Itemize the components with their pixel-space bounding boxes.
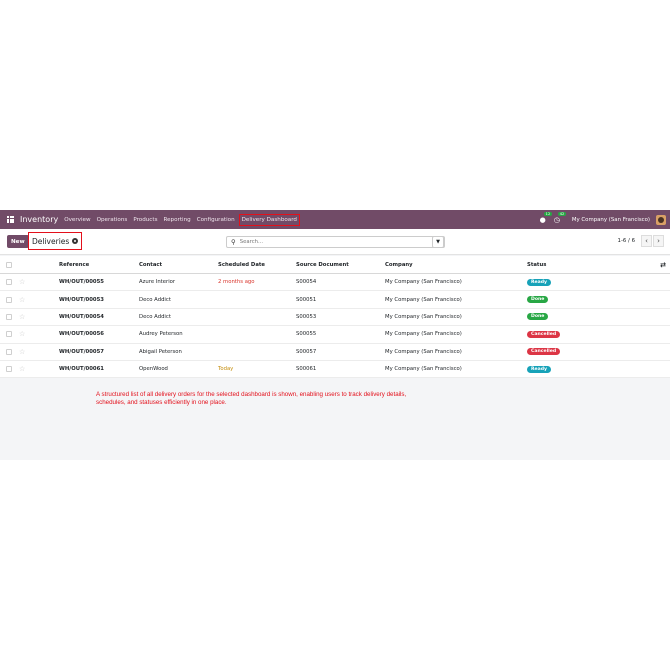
cell-scheduled-date: Today bbox=[218, 366, 234, 373]
table-header: Reference Contact Scheduled Date Source … bbox=[0, 256, 670, 274]
header-source-document[interactable]: Source Document bbox=[296, 256, 349, 273]
table-row[interactable]: ☆ WH/OUT/00061 OpenWood Today S00061 My Compa… bbox=[0, 361, 670, 379]
table-row[interactable]: ☆ WH/OUT/00054 Deco Addict S00053 My Company… bbox=[0, 309, 670, 327]
menu-delivery-dashboard[interactable]: Delivery Dashboard bbox=[238, 213, 300, 226]
menu-operations[interactable]: Operations bbox=[97, 217, 128, 223]
star-icon[interactable]: ☆ bbox=[19, 330, 25, 338]
chevron-left-icon: ‹ bbox=[645, 237, 648, 245]
cell-contact: OpenWood bbox=[139, 366, 168, 373]
cell-contact: Azure Interior bbox=[139, 279, 176, 286]
cell-source-document: S00057 bbox=[296, 348, 317, 355]
table-row[interactable]: ☆ WH/OUT/00055 Azure Interior 2 months ago S… bbox=[0, 274, 670, 292]
status-badge: Cancelled bbox=[527, 348, 561, 356]
apps-grid-icon[interactable] bbox=[7, 216, 14, 223]
cell-source-document: S00055 bbox=[296, 331, 317, 338]
table-body: ☆ WH/OUT/00055 Azure Interior 2 months ago S… bbox=[0, 274, 670, 379]
row-checkbox[interactable] bbox=[6, 313, 12, 320]
cell-source-document: S00054 bbox=[296, 279, 317, 286]
cell-contact: Audrey Peterson bbox=[139, 331, 183, 338]
cell-company: My Company (San Francisco) bbox=[385, 348, 462, 355]
cell-contact: Abigail Peterson bbox=[139, 348, 182, 355]
status-badge: Ready bbox=[527, 278, 552, 286]
caption-annotation: A structured list of all delivery orders… bbox=[96, 391, 407, 406]
row-checkbox[interactable] bbox=[6, 279, 12, 286]
cell-reference: WH/OUT/00055 bbox=[59, 279, 104, 286]
status-badge: Cancelled bbox=[527, 330, 561, 338]
cell-reference: WH/OUT/00061 bbox=[59, 366, 104, 373]
cell-reference: WH/OUT/00054 bbox=[59, 313, 104, 320]
table-row[interactable]: ☆ WH/OUT/00053 Deco Addict S00051 My Company… bbox=[0, 291, 670, 309]
cell-reference: WH/OUT/00053 bbox=[59, 296, 104, 303]
pager: 1-6 / 6 ‹ › bbox=[618, 235, 664, 247]
search-bar: ⚲ ▼ bbox=[226, 236, 445, 248]
messages-count: 12 bbox=[544, 211, 552, 216]
new-button[interactable]: New bbox=[7, 235, 29, 248]
header-company[interactable]: Company bbox=[385, 256, 413, 273]
cell-contact: Deco Addict bbox=[139, 313, 171, 320]
menu-reporting[interactable]: Reporting bbox=[163, 217, 190, 223]
row-checkbox[interactable] bbox=[6, 296, 12, 303]
menu-products[interactable]: Products bbox=[133, 217, 157, 223]
search-icon[interactable]: ⚲ bbox=[231, 238, 236, 246]
status-badge: Done bbox=[527, 296, 549, 304]
cell-source-document: S00061 bbox=[296, 366, 317, 373]
search-input[interactable] bbox=[239, 239, 420, 245]
cell-scheduled-date: 2 months ago bbox=[218, 279, 255, 286]
pager-value[interactable]: 1-6 / 6 bbox=[618, 238, 635, 244]
activities-count: 42 bbox=[558, 211, 566, 216]
cell-company: My Company (San Francisco) bbox=[385, 279, 462, 286]
caret-down-icon: ▼ bbox=[436, 239, 440, 245]
star-icon[interactable]: ☆ bbox=[19, 348, 25, 356]
header-status[interactable]: Status bbox=[527, 256, 546, 273]
select-all-checkbox[interactable] bbox=[6, 261, 12, 268]
row-checkbox[interactable] bbox=[6, 366, 12, 373]
header-contact[interactable]: Contact bbox=[139, 256, 162, 273]
screenshot-area: Inventory Overview Operations Products R… bbox=[0, 210, 670, 460]
row-checkbox[interactable] bbox=[6, 331, 12, 338]
cell-company: My Company (San Francisco) bbox=[385, 296, 462, 303]
menu-configuration[interactable]: Configuration bbox=[197, 217, 235, 223]
table-row[interactable]: ☆ WH/OUT/00056 Audrey Peterson S00055 My Com… bbox=[0, 326, 670, 344]
star-icon[interactable]: ☆ bbox=[19, 278, 25, 286]
star-icon[interactable]: ☆ bbox=[19, 365, 25, 373]
header-scheduled-date[interactable]: Scheduled Date bbox=[218, 256, 265, 273]
optional-columns-icon[interactable]: ⇄ bbox=[660, 256, 666, 273]
cell-reference: WH/OUT/00057 bbox=[59, 348, 104, 355]
status-badge: Done bbox=[527, 313, 549, 321]
messages-icon[interactable]: ● 12 bbox=[540, 211, 552, 224]
row-checkbox[interactable] bbox=[6, 348, 12, 355]
star-icon[interactable]: ☆ bbox=[19, 296, 25, 304]
user-avatar[interactable] bbox=[656, 214, 666, 225]
search-options-toggle[interactable]: ▼ bbox=[432, 236, 444, 248]
pager-previous-button[interactable]: ‹ bbox=[641, 235, 652, 247]
pager-next-button[interactable]: › bbox=[653, 235, 664, 247]
deliveries-list: Reference Contact Scheduled Date Source … bbox=[0, 256, 670, 379]
activities-icon[interactable]: ◷ 42 bbox=[554, 211, 566, 224]
table-row[interactable]: ☆ WH/OUT/00057 Abigail Peterson S00057 My Co… bbox=[0, 344, 670, 361]
company-switcher[interactable]: My Company (San Francisco) bbox=[572, 217, 650, 223]
cell-source-document: S00053 bbox=[296, 313, 317, 320]
cell-source-document: S00051 bbox=[296, 296, 317, 303]
cell-company: My Company (San Francisco) bbox=[385, 331, 462, 338]
breadcrumb: Deliveries bbox=[28, 232, 83, 250]
star-icon[interactable]: ☆ bbox=[19, 313, 25, 321]
app-name[interactable]: Inventory bbox=[20, 215, 58, 224]
control-panel: New Deliveries ⚲ ▼ 1-6 / 6 ‹ › bbox=[0, 229, 670, 255]
cell-reference: WH/OUT/00056 bbox=[59, 331, 104, 338]
cell-company: My Company (San Francisco) bbox=[385, 313, 462, 320]
header-reference[interactable]: Reference bbox=[59, 256, 89, 273]
status-badge: Ready bbox=[527, 365, 552, 373]
gear-icon[interactable] bbox=[72, 238, 79, 244]
breadcrumb-deliveries: Deliveries bbox=[32, 236, 70, 246]
navbar-systray: ● 12 ◷ 42 My Company (San Francisco) bbox=[540, 210, 666, 229]
chevron-right-icon: › bbox=[657, 237, 660, 245]
menu-overview[interactable]: Overview bbox=[64, 217, 90, 223]
cell-company: My Company (San Francisco) bbox=[385, 366, 462, 373]
top-navbar: Inventory Overview Operations Products R… bbox=[0, 210, 670, 229]
cell-contact: Deco Addict bbox=[139, 296, 171, 303]
